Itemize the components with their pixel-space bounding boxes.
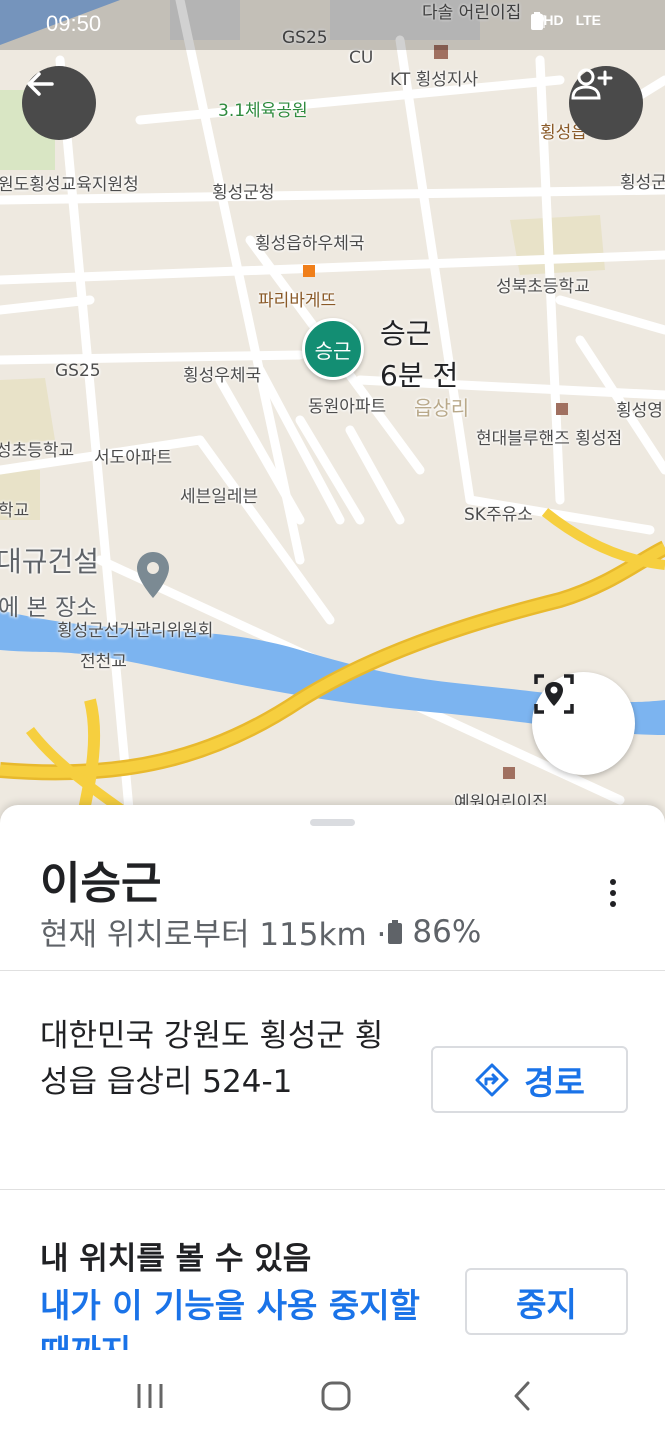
map-label: 현대블루핸즈 횡성점 — [476, 429, 623, 449]
map-label: 횡성영 — [616, 401, 663, 421]
address-text: 대한민국 강원도 횡성군 횡성읍 읍상리 524-1 — [40, 1018, 384, 1100]
map-label: 세븐일레븐 — [180, 487, 259, 507]
poi-marker-icon — [503, 767, 515, 779]
more-options-button[interactable] — [596, 873, 630, 913]
map-label: 학교 — [0, 501, 30, 521]
back-nav-button[interactable] — [502, 1378, 542, 1414]
map-label: 횡성군 — [620, 173, 665, 193]
person-add-icon — [571, 68, 613, 100]
status-time: 09:50 — [46, 11, 102, 36]
chevron-left-icon — [514, 1381, 530, 1411]
route-button-label: 경로 — [524, 1062, 585, 1102]
home-button[interactable] — [316, 1378, 356, 1414]
map-label: SK주유소 — [464, 505, 533, 525]
add-person-button[interactable] — [569, 66, 643, 140]
map-label: 횡성우체국 — [183, 366, 262, 386]
poi-marker-icon — [556, 403, 568, 415]
lte-icon: LTE — [575, 12, 601, 28]
map-label: 읍상리 — [414, 396, 470, 420]
stop-sharing-button[interactable]: 중지 — [465, 1268, 628, 1335]
saved-place-pin-icon[interactable] — [134, 550, 172, 602]
person-name: 이승근 — [40, 858, 162, 909]
map-label: GS25 — [55, 361, 101, 381]
sharing-duration-text: 내가 이 기능을 사용 중지할 때까지 — [40, 1286, 420, 1350]
focus-location-icon — [534, 674, 574, 714]
more-vert-icon — [610, 879, 616, 885]
arrow-back-icon — [27, 72, 54, 96]
poi-marker-icon — [303, 265, 315, 277]
marker-name-label: 승근 — [380, 317, 432, 350]
divider — [0, 1189, 665, 1190]
map-label: 횡성군청 — [212, 183, 275, 203]
drag-handle[interactable] — [310, 819, 355, 826]
map-label: 원도횡성교육지원청 — [0, 175, 139, 195]
battery-icon — [388, 919, 403, 944]
sharing-status-title: 내 위치를 볼 수 있음 — [40, 1241, 312, 1277]
home-icon — [321, 1381, 351, 1411]
marker-time-label: 6분 전 — [380, 359, 459, 392]
more-vert-icon — [610, 901, 616, 907]
system-navigation-bar — [0, 1350, 665, 1440]
person-detail-sheet: 이승근 현재 위치로부터 115km · 86% 대한민국 강원도 횡성군 횡성… — [0, 805, 665, 1350]
map-label: 횡성읍하우체국 — [255, 234, 365, 254]
map-label: 성초등학교 — [0, 441, 75, 461]
status-icons: HD LTE — [531, 12, 625, 30]
distance-battery-line: 현재 위치로부터 115km · 86% — [40, 909, 481, 954]
recent-apps-icon — [137, 1384, 163, 1408]
status-bar: 09:50 HD LTE — [0, 0, 665, 50]
map-label: CU — [349, 48, 374, 68]
map-label: 전천교 — [80, 652, 127, 672]
recent-apps-button[interactable] — [130, 1378, 170, 1414]
more-vert-icon — [610, 890, 616, 896]
map-label: 서도아파트 — [94, 448, 173, 468]
map-label: 3.1체육공원 — [218, 101, 308, 121]
route-button[interactable]: 경로 — [431, 1046, 628, 1113]
map-label: KT 횡성지사 — [390, 70, 479, 90]
back-button[interactable] — [22, 66, 96, 140]
distance-text: 현재 위치로부터 115km · — [40, 917, 387, 953]
recenter-button[interactable] — [532, 672, 635, 775]
map-label: 동원아파트 — [308, 397, 387, 417]
directions-icon — [475, 1063, 509, 1096]
map-label: 대규건설 — [0, 545, 100, 578]
map-label: 횡성군선거관리위원회 — [57, 621, 214, 641]
battery-percent: 86% — [412, 913, 482, 950]
divider — [0, 970, 665, 971]
map-view[interactable]: 다솔 어린이집 GS25 CU KT 횡성지사 3.1체육공원 횡성읍 횡성군 … — [0, 0, 665, 830]
user-location-marker[interactable]: 승근 — [302, 318, 364, 380]
map-label: 성북초등학교 — [496, 277, 590, 297]
map-label: 파리바게뜨 — [258, 291, 337, 311]
